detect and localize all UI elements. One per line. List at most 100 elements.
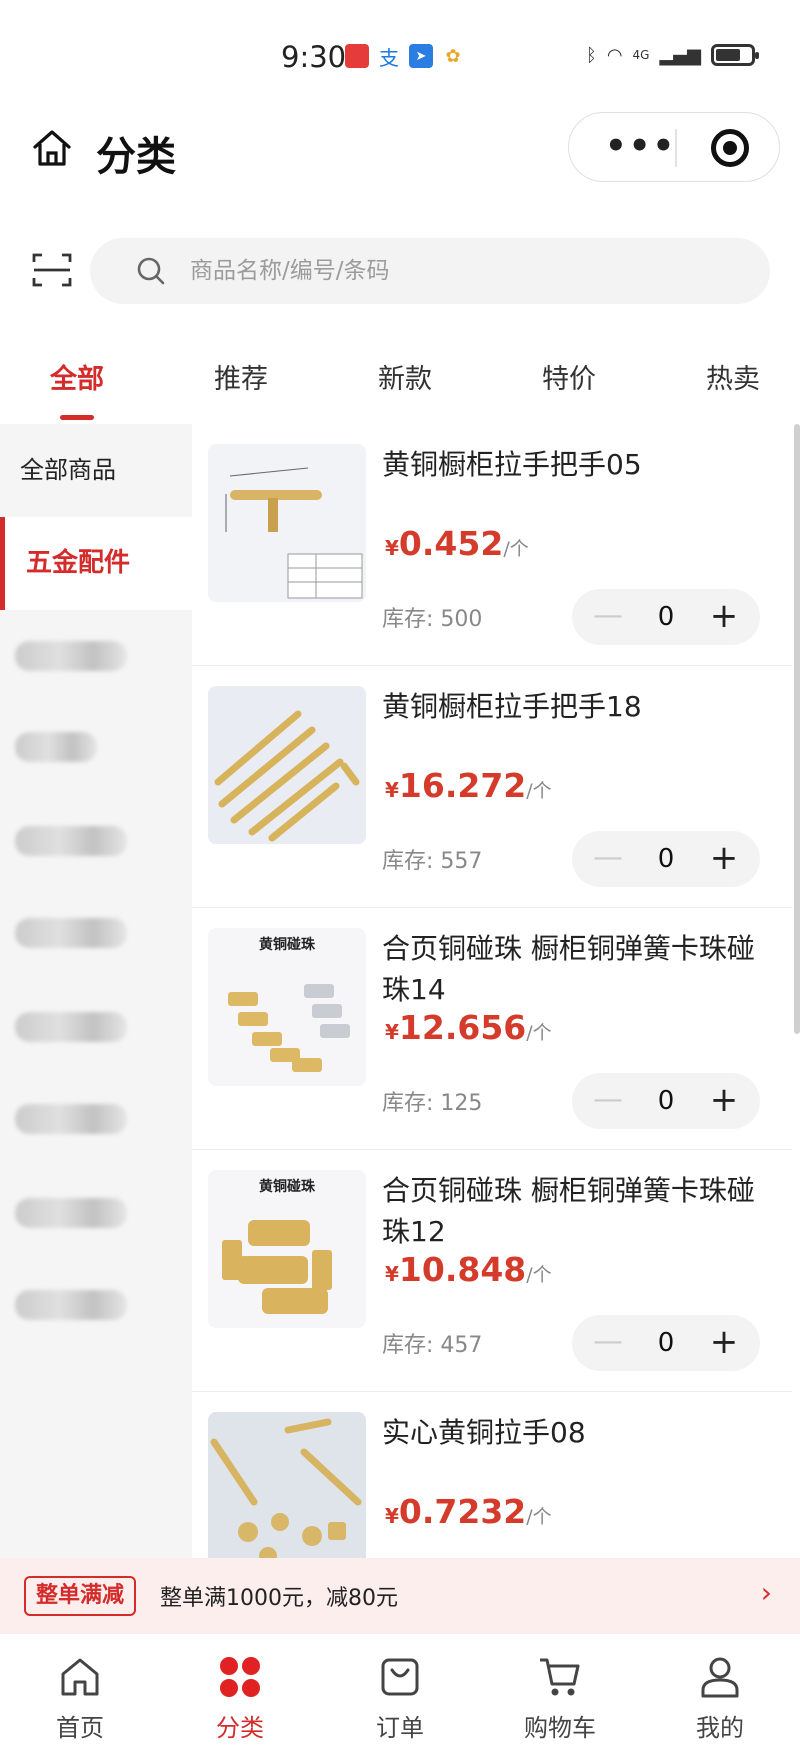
price-amount: 12.656 bbox=[398, 1008, 527, 1047]
battery-level bbox=[716, 49, 740, 61]
quantity-value[interactable]: 0 bbox=[636, 1073, 696, 1129]
price-unit: /个 bbox=[526, 1022, 552, 1044]
status-indicators: ᛒ ◠ 4G ▂▄▆ bbox=[586, 44, 759, 66]
tab-hot[interactable]: 热卖 bbox=[706, 360, 760, 424]
tab-new[interactable]: 新款 bbox=[378, 360, 432, 424]
notification-app-icon bbox=[345, 44, 369, 68]
network-label: 4G bbox=[632, 48, 650, 62]
stock-label: 库存: bbox=[382, 849, 434, 874]
quantity-stepper: — 0 + bbox=[572, 1073, 760, 1129]
increment-button[interactable]: + bbox=[702, 589, 746, 645]
tab-special-price[interactable]: 特价 bbox=[542, 360, 596, 424]
product-image bbox=[208, 686, 366, 844]
brass-handle-image bbox=[225, 467, 363, 599]
decrement-button[interactable]: — bbox=[586, 831, 630, 887]
bluetooth-icon: ᛒ bbox=[586, 44, 597, 66]
nav-item-cart[interactable]: 购物车 bbox=[480, 1634, 640, 1760]
nav-item-home[interactable]: 首页 bbox=[0, 1634, 160, 1760]
price-currency: ¥ bbox=[385, 1020, 399, 1044]
close-target-icon[interactable] bbox=[711, 129, 749, 167]
price-amount: 0.7232 bbox=[398, 1492, 527, 1531]
order-bag-icon bbox=[381, 1658, 419, 1696]
product-item[interactable]: 黄铜碰珠 合页铜碰珠 橱柜铜弹簧卡珠碰珠14 ¥12.656/个 库存: 125… bbox=[192, 908, 792, 1150]
home-icon bbox=[61, 1658, 99, 1696]
profile-icon bbox=[701, 1657, 739, 1698]
signal-icon: ▂▄▆ bbox=[659, 44, 701, 66]
quantity-value[interactable]: 0 bbox=[636, 831, 696, 887]
chevron-right-icon[interactable]: › bbox=[761, 1576, 772, 1609]
nav-item-orders[interactable]: 订单 bbox=[320, 1634, 480, 1760]
stock-value: 557 bbox=[440, 849, 483, 874]
battery-icon bbox=[711, 44, 759, 66]
product-name[interactable]: 实心黄铜拉手08 bbox=[382, 1412, 772, 1453]
stock-value: 125 bbox=[440, 1091, 483, 1116]
search-input[interactable] bbox=[190, 238, 750, 304]
price-amount: 16.272 bbox=[398, 766, 527, 805]
product-item[interactable]: 黄铜橱柜拉手把手18 ¥16.272/个 库存: 557 — 0 + bbox=[192, 666, 792, 908]
sidebar-item-all-products[interactable]: 全部商品 bbox=[0, 424, 192, 517]
category-tabs: 全部 推荐 新款 特价 热卖 bbox=[0, 360, 800, 424]
promo-text: 整单满1000元，减80元 bbox=[160, 1586, 398, 1611]
price-currency: ¥ bbox=[385, 536, 399, 560]
increment-button[interactable]: + bbox=[702, 1073, 746, 1129]
bottom-nav: 首页 分类 订单 购物车 我的 bbox=[0, 1634, 800, 1760]
product-name[interactable]: 黄铜橱柜拉手把手18 bbox=[382, 686, 772, 727]
cart-icon bbox=[540, 1658, 580, 1696]
scan-icon[interactable] bbox=[32, 252, 72, 288]
more-icon[interactable]: ••• bbox=[605, 129, 676, 163]
product-name[interactable]: 黄铜橱柜拉手把手05 bbox=[382, 444, 772, 485]
price-currency: ¥ bbox=[385, 778, 399, 802]
increment-button[interactable]: + bbox=[702, 831, 746, 887]
sidebar-item-hardware[interactable]: 五金配件 bbox=[0, 517, 192, 610]
nav-item-profile[interactable]: 我的 bbox=[640, 1634, 800, 1760]
brass-knobs-image bbox=[210, 1418, 362, 1558]
page-title: 分类 bbox=[96, 134, 176, 180]
decrement-button[interactable]: — bbox=[586, 1073, 630, 1129]
status-time: 9:30 bbox=[281, 40, 347, 74]
sidebar-item-obscured[interactable] bbox=[15, 732, 97, 762]
product-name[interactable]: 合页铜碰珠 橱柜铜弹簧卡珠碰珠12 bbox=[382, 1170, 772, 1252]
home-icon[interactable] bbox=[30, 126, 74, 170]
nav-item-category[interactable]: 分类 bbox=[160, 1634, 320, 1760]
status-app-icons: 支 ➤ ✿ bbox=[345, 44, 465, 70]
sidebar-item-obscured[interactable] bbox=[15, 641, 127, 671]
product-price: ¥12.656/个 bbox=[385, 1008, 552, 1047]
product-item[interactable]: 实心黄铜拉手08 ¥0.7232/个 bbox=[192, 1392, 792, 1558]
capsule-divider bbox=[675, 129, 677, 167]
tab-all[interactable]: 全部 bbox=[50, 360, 104, 424]
decrement-button[interactable]: — bbox=[586, 589, 630, 645]
title-bar: 分类 ••• bbox=[0, 110, 800, 220]
increment-button[interactable]: + bbox=[702, 1315, 746, 1371]
product-image bbox=[208, 444, 366, 602]
stock-label: 库存: bbox=[382, 1091, 434, 1116]
decrement-button[interactable]: — bbox=[586, 1315, 630, 1371]
sidebar-item-obscured[interactable] bbox=[15, 1198, 127, 1228]
category-icon bbox=[220, 1657, 260, 1697]
product-image: 黄铜碰珠 bbox=[208, 928, 366, 1086]
product-item[interactable]: 黄铜碰珠 合页铜碰珠 橱柜铜弹簧卡珠碰珠12 ¥10.848/个 库存: 457… bbox=[192, 1150, 792, 1392]
brass-handles-image bbox=[214, 710, 360, 842]
product-name[interactable]: 合页铜碰珠 橱柜铜弹簧卡珠碰珠14 bbox=[382, 928, 772, 1010]
mascot-app-icon: ✿ bbox=[441, 44, 465, 68]
sidebar-item-obscured[interactable] bbox=[15, 826, 127, 856]
price-unit: /个 bbox=[526, 1506, 552, 1528]
sidebar-item-obscured[interactable] bbox=[15, 1012, 127, 1042]
quantity-value[interactable]: 0 bbox=[636, 589, 696, 645]
sidebar-item-obscured[interactable] bbox=[15, 1104, 127, 1134]
promo-banner[interactable]: 整单满减 整单满1000元，减80元 › bbox=[0, 1558, 800, 1634]
tab-recommended[interactable]: 推荐 bbox=[214, 360, 268, 424]
sidebar-item-obscured[interactable] bbox=[15, 1290, 127, 1320]
price-unit: /个 bbox=[526, 780, 552, 802]
product-image: 黄铜碰珠 bbox=[208, 1170, 366, 1328]
search-bar[interactable] bbox=[90, 238, 770, 304]
product-list-scrollbar[interactable] bbox=[794, 424, 800, 1034]
send-app-icon: ➤ bbox=[409, 44, 433, 68]
nav-label: 分类 bbox=[216, 1714, 264, 1742]
quantity-value[interactable]: 0 bbox=[636, 1315, 696, 1371]
product-price: ¥16.272/个 bbox=[385, 766, 552, 805]
product-stock: 库存: 557 bbox=[382, 843, 482, 875]
product-price: ¥0.452/个 bbox=[385, 524, 529, 563]
sidebar-item-obscured[interactable] bbox=[15, 918, 127, 948]
product-item[interactable]: 黄铜橱柜拉手把手05 ¥0.452/个 库存: 500 — 0 + bbox=[192, 424, 792, 666]
product-image bbox=[208, 1412, 366, 1558]
